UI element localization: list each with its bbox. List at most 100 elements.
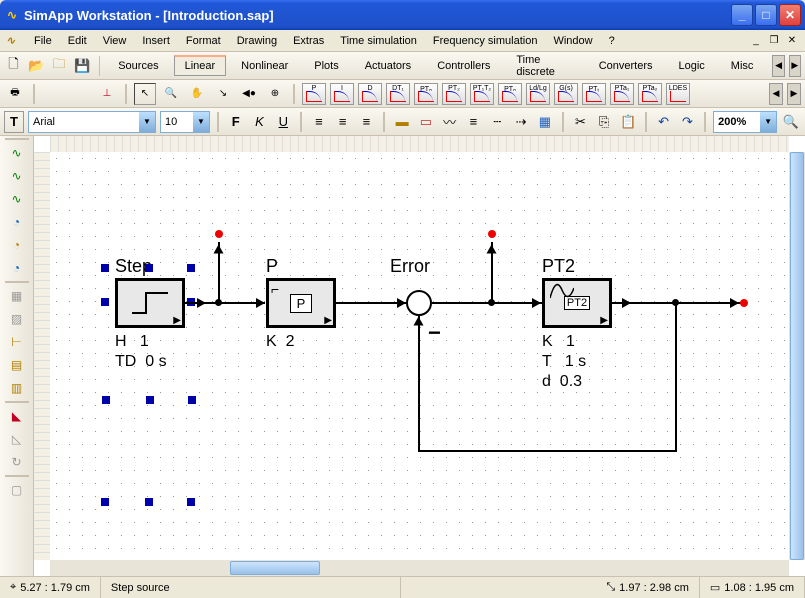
output-terminal[interactable] (740, 299, 748, 307)
sum-tool-icon[interactable]: ⊕ (264, 83, 286, 105)
selection-handle[interactable] (188, 396, 196, 404)
shape-icon[interactable]: ▢ (6, 480, 28, 500)
wave3-icon[interactable]: ∿ (6, 189, 28, 209)
bold-icon[interactable]: F (226, 111, 246, 133)
dropdown-icon[interactable]: ▼ (139, 112, 155, 132)
block-dt1-icon[interactable]: DT₁ (386, 83, 410, 105)
copy-icon[interactable]: ⎘ (594, 111, 614, 133)
scrollbar-horizontal[interactable] (50, 560, 789, 576)
arrow-style-icon[interactable]: ⇢ (511, 111, 531, 133)
tab-linear[interactable]: Linear (174, 55, 227, 76)
block-i-icon[interactable]: I (330, 83, 354, 105)
menu-help[interactable]: ? (601, 33, 623, 49)
scroll-thumb[interactable] (230, 561, 320, 575)
scroll-thumb[interactable] (790, 152, 804, 560)
menu-window[interactable]: Window (545, 33, 600, 49)
pan-tool-icon[interactable]: ✋ (186, 83, 208, 105)
new-doc-icon[interactable]: 🗋 (4, 55, 23, 77)
minimize-button[interactable]: _ (731, 4, 753, 26)
menu-edit[interactable]: Edit (60, 33, 95, 49)
wire[interactable] (336, 302, 406, 304)
align-center-icon[interactable]: ≡ (333, 111, 353, 133)
align-left-icon[interactable]: ≡ (309, 111, 329, 133)
flip-h-icon[interactable]: ◣ (6, 406, 28, 426)
tab-nonlinear[interactable]: Nonlinear (230, 56, 299, 76)
clock1-icon[interactable]: ◔ (6, 212, 28, 232)
underline-icon[interactable]: U (273, 111, 293, 133)
menu-file[interactable]: File (26, 33, 60, 49)
menu-view[interactable]: View (95, 33, 135, 49)
mdi-minimize-icon[interactable]: _ (749, 34, 763, 48)
block-gs-icon[interactable]: G(s) (554, 83, 578, 105)
menu-freq-sim[interactable]: Frequency simulation (425, 33, 546, 49)
menu-extras[interactable]: Extras (285, 33, 332, 49)
grid-icon[interactable]: ▦ (535, 111, 555, 133)
block-ldlg-icon[interactable]: Ld/Lg (526, 83, 550, 105)
open-icon[interactable]: 📂 (27, 55, 46, 77)
print-icon[interactable]: 🖶 (4, 83, 26, 105)
block-pt2-icon[interactable]: PT₂ (442, 83, 466, 105)
wire[interactable] (675, 302, 677, 452)
layers2-icon[interactable]: ▥ (6, 378, 28, 398)
dropdown-icon[interactable]: ▼ (193, 112, 209, 132)
group1-icon[interactable]: ▦ (6, 286, 28, 306)
redo-icon[interactable]: ↷ (678, 111, 698, 133)
wire[interactable] (418, 450, 677, 452)
blocks-scroll-right[interactable]: ▶ (787, 83, 801, 105)
line-style-icon[interactable]: 〰 (440, 111, 460, 133)
italic-icon[interactable]: K (250, 111, 270, 133)
mdi-restore-icon[interactable]: ❐ (767, 34, 781, 48)
block-d-icon[interactable]: D (358, 83, 382, 105)
dash-style-icon[interactable]: ┄ (487, 111, 507, 133)
tab-misc[interactable]: Misc (720, 56, 765, 76)
diagram-canvas[interactable]: Step ▶ H 1 TD 0 s (50, 152, 789, 560)
block-p-icon[interactable]: P (302, 83, 326, 105)
block-step[interactable]: Step ▶ H 1 TD 0 s (115, 278, 185, 328)
maximize-button[interactable]: □ (755, 4, 777, 26)
line-color-icon[interactable]: ▭ (416, 111, 436, 133)
block-pt1t2-icon[interactable]: PT₁T₂ (470, 83, 494, 105)
probe-node[interactable] (215, 230, 223, 238)
zoom-fit-icon[interactable]: 🔍 (781, 111, 801, 133)
align-tool-icon[interactable]: ⊥ (96, 83, 118, 105)
scrollbar-vertical[interactable] (789, 152, 805, 560)
probe-tool-icon[interactable]: ◀● (238, 83, 260, 105)
mdi-close-icon[interactable]: ✕ (785, 34, 799, 48)
flip-v-icon[interactable]: ◺ (6, 429, 28, 449)
wire[interactable] (432, 302, 542, 304)
dropdown-icon[interactable]: ▼ (760, 112, 776, 132)
menu-time-sim[interactable]: Time simulation (332, 33, 425, 49)
save-icon[interactable]: 💾 (73, 55, 92, 77)
block-ptt-icon[interactable]: PTₜ (582, 83, 606, 105)
zoom-tool-icon[interactable]: 🔍 (160, 83, 182, 105)
wire[interactable] (418, 316, 420, 452)
fill-color-icon[interactable]: ▬ (392, 111, 412, 133)
tabs-scroll-left[interactable]: ◀ (772, 55, 784, 77)
tab-time-discrete[interactable]: Time discrete (505, 50, 583, 82)
block-pta2-icon[interactable]: PTa₂ (638, 83, 662, 105)
menu-format[interactable]: Format (178, 33, 229, 49)
clock2-icon[interactable]: ◔ (6, 235, 28, 255)
undo-icon[interactable]: ↶ (654, 111, 674, 133)
font-size-combo[interactable]: ▼ (160, 111, 210, 133)
selection-handle[interactable] (102, 396, 110, 404)
selection-handle[interactable] (146, 396, 154, 404)
rotate-icon[interactable]: ↻ (6, 452, 28, 472)
block-pta1-icon[interactable]: PTa₁ (610, 83, 634, 105)
font-name-combo[interactable]: ▼ (28, 111, 156, 133)
tab-actuators[interactable]: Actuators (354, 56, 422, 76)
wave2-icon[interactable]: ∿ (6, 166, 28, 186)
tab-plots[interactable]: Plots (303, 56, 349, 76)
pointer-tool-icon[interactable]: ↖ (134, 83, 156, 105)
zoom-input[interactable] (714, 116, 760, 128)
text-tool-icon[interactable]: T (4, 111, 24, 133)
tab-converters[interactable]: Converters (588, 56, 664, 76)
tab-sources[interactable]: Sources (107, 56, 169, 76)
sum-node[interactable] (406, 290, 432, 316)
tab-controllers[interactable]: Controllers (426, 56, 501, 76)
clock3-icon[interactable]: ◔ (6, 258, 28, 278)
blocks-scroll-left[interactable]: ◀ (769, 83, 783, 105)
tab-logic[interactable]: Logic (667, 56, 715, 76)
font-size-input[interactable] (161, 116, 193, 128)
zoom-combo[interactable]: ▼ (713, 111, 777, 133)
